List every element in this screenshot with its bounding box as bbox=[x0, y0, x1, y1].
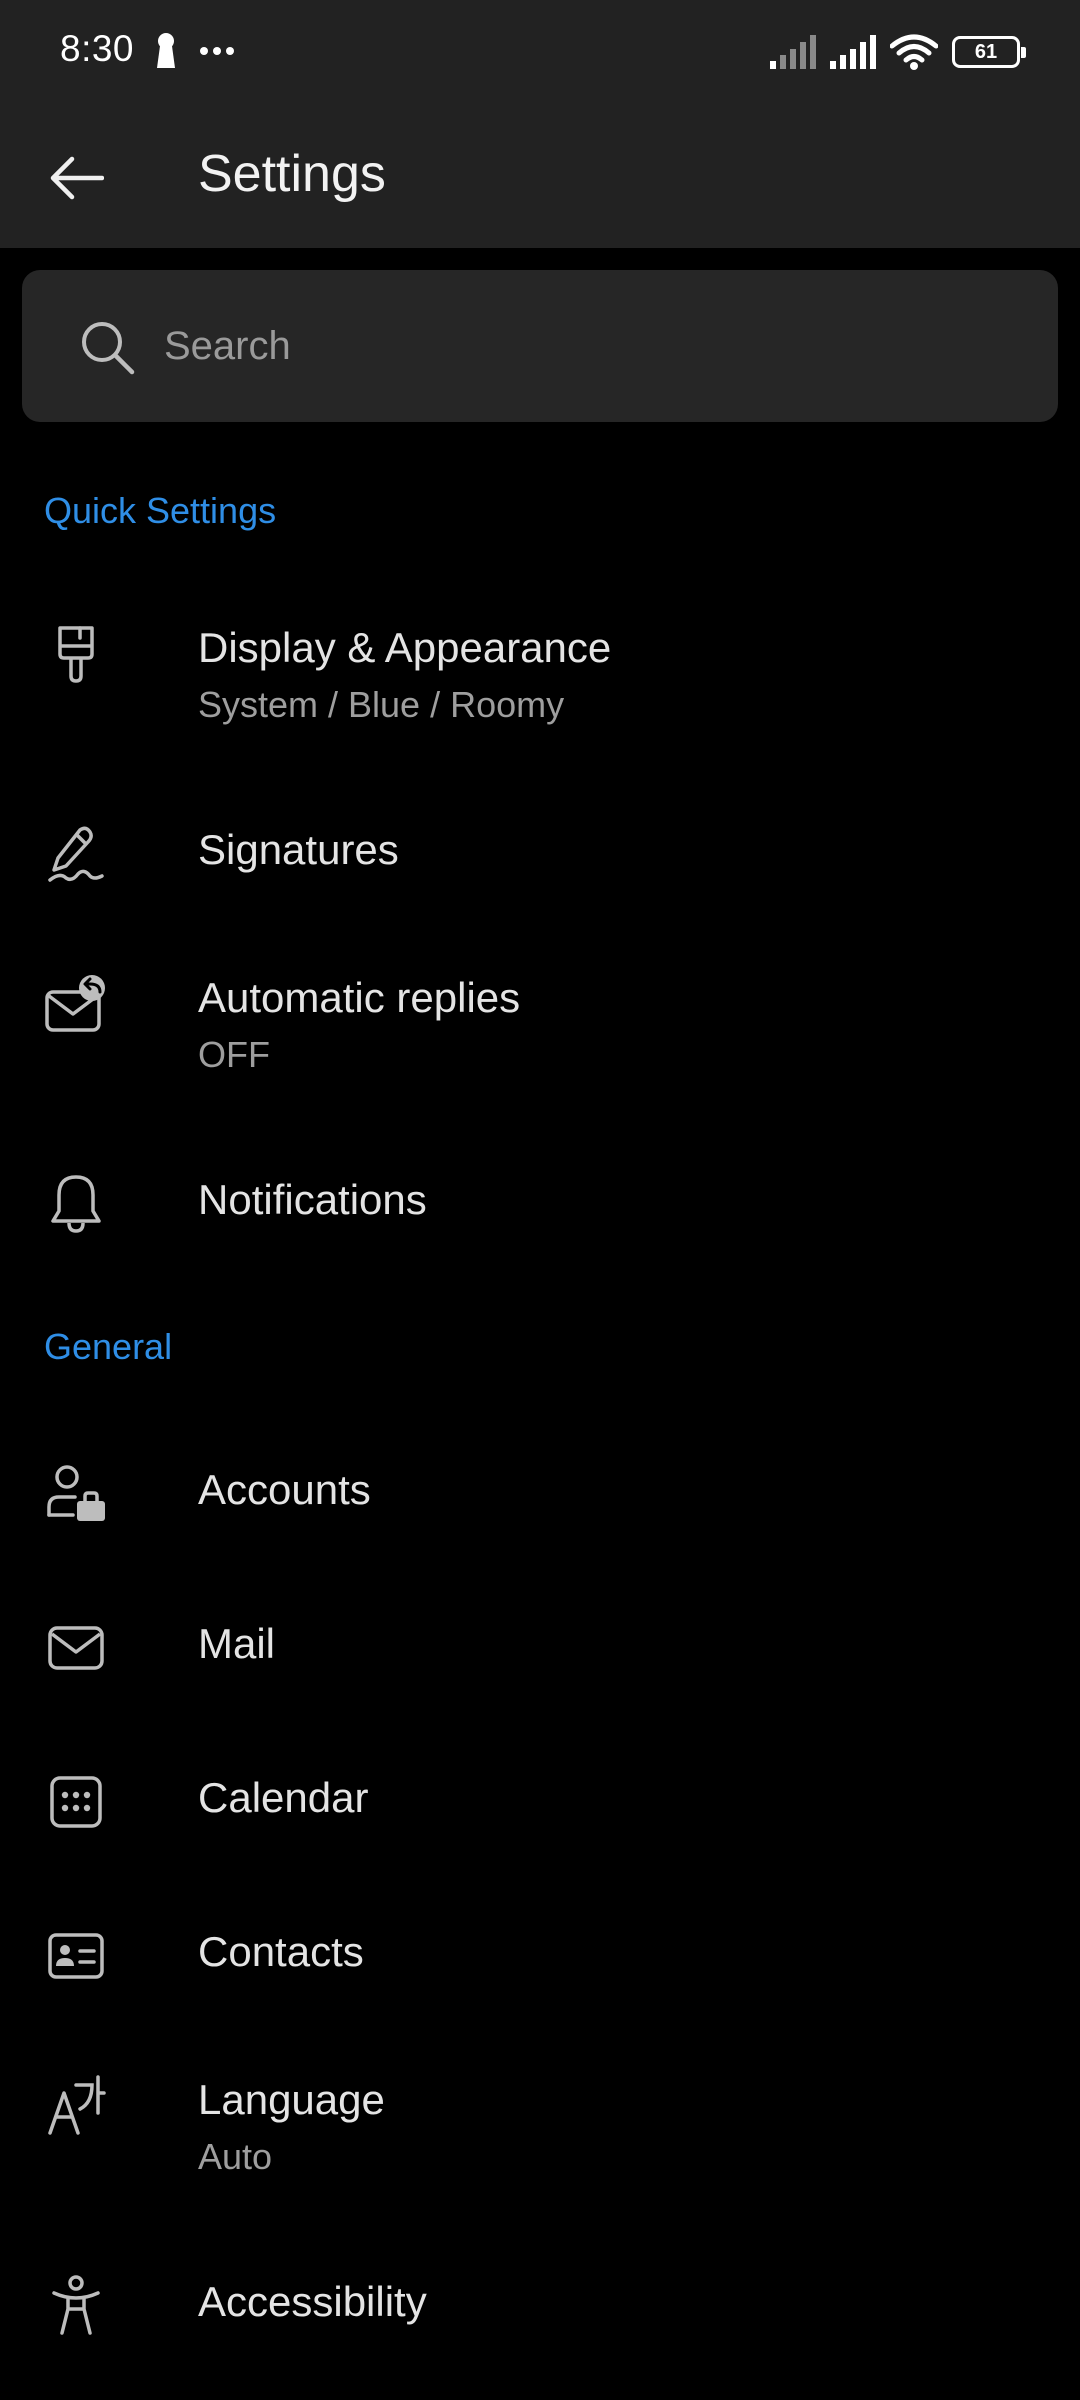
status-bar: 8:30 61 bbox=[0, 0, 1080, 108]
settings-item-label: Contacts bbox=[198, 1928, 364, 1975]
app-bar: Settings bbox=[0, 108, 1080, 248]
language-icon bbox=[44, 2074, 108, 2138]
signal-strong-icon bbox=[830, 35, 876, 69]
settings-item-notifications[interactable]: Notifications bbox=[0, 1150, 1080, 1260]
status-time: 8:30 bbox=[60, 28, 135, 69]
settings-item-language[interactable]: Language Auto bbox=[0, 2052, 1080, 2212]
page-title: Settings bbox=[198, 145, 386, 203]
signature-pen-icon bbox=[44, 822, 108, 886]
settings-item-label: Accounts bbox=[198, 1466, 371, 1513]
settings-item-signatures[interactable]: Signatures bbox=[0, 800, 1080, 910]
settings-item-subtitle: Auto bbox=[198, 2136, 273, 2177]
section-header-general: General bbox=[44, 1326, 173, 1367]
settings-item-calendar[interactable]: Calendar bbox=[0, 1748, 1080, 1858]
status-left-icons bbox=[154, 32, 234, 70]
search-input[interactable] bbox=[162, 310, 1022, 382]
accessibility-icon bbox=[44, 2274, 108, 2338]
paintbrush-icon bbox=[44, 622, 108, 686]
person-briefcase-icon bbox=[44, 1462, 108, 1526]
keyhole-icon bbox=[154, 32, 178, 70]
settings-item-accounts[interactable]: Accounts bbox=[0, 1440, 1080, 1550]
calendar-icon bbox=[44, 1770, 108, 1834]
mail-reply-icon bbox=[44, 972, 108, 1036]
arrow-left-icon bbox=[50, 156, 104, 200]
settings-item-subtitle: OFF bbox=[198, 1034, 270, 1075]
search-box[interactable] bbox=[22, 270, 1058, 422]
settings-item-accessibility[interactable]: Accessibility bbox=[0, 2252, 1080, 2362]
search-icon bbox=[80, 320, 136, 376]
section-header-quick-settings: Quick Settings bbox=[44, 490, 277, 531]
envelope-icon bbox=[44, 1616, 108, 1680]
settings-item-label: Display & Appearance bbox=[198, 624, 612, 671]
settings-item-contacts[interactable]: Contacts bbox=[0, 1902, 1080, 2012]
more-dots-icon bbox=[200, 46, 234, 56]
settings-item-automatic-replies[interactable]: Automatic replies OFF bbox=[0, 950, 1080, 1110]
battery-level: 61 bbox=[974, 40, 998, 63]
bell-icon bbox=[44, 1172, 108, 1236]
settings-item-label: Automatic replies bbox=[198, 974, 521, 1021]
settings-item-subtitle: System / Blue / Roomy bbox=[198, 684, 565, 725]
wifi-icon bbox=[890, 34, 938, 70]
settings-item-mail[interactable]: Mail bbox=[0, 1594, 1080, 1704]
settings-item-label: Language bbox=[198, 2076, 385, 2123]
status-right-icons: 61 bbox=[770, 34, 1026, 70]
back-button[interactable] bbox=[40, 136, 114, 220]
settings-item-label: Mail bbox=[198, 1620, 276, 1667]
battery-icon: 61 bbox=[952, 36, 1026, 68]
signal-weak-icon bbox=[770, 35, 816, 69]
settings-item-label: Accessibility bbox=[198, 2278, 427, 2325]
contact-card-icon bbox=[44, 1924, 108, 1988]
settings-item-label: Calendar bbox=[198, 1774, 369, 1821]
settings-item-display-appearance[interactable]: Display & Appearance System / Blue / Roo… bbox=[0, 600, 1080, 760]
settings-item-label: Notifications bbox=[198, 1176, 427, 1223]
settings-item-label: Signatures bbox=[198, 826, 399, 873]
